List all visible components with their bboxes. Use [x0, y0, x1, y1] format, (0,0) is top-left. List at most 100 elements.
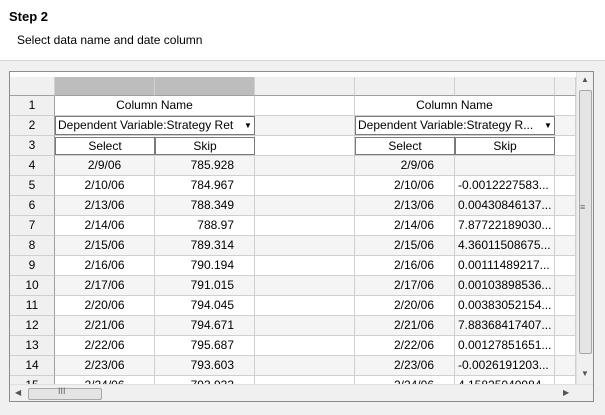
grid-cell — [255, 216, 355, 236]
date-cell-left: 2/10/06 — [55, 176, 155, 196]
dependent-variable-dropdown-left[interactable]: Dependent Variable:Strategy Ret ▼ — [55, 116, 255, 135]
value-cell-right: -0.0026191203... — [455, 356, 555, 376]
date-cell-right: 2/10/06 — [355, 176, 455, 196]
select-button-left[interactable]: Select — [55, 137, 155, 155]
chevron-down-icon[interactable]: ▼ — [242, 117, 254, 134]
row-number: 9 — [10, 256, 55, 276]
column-header[interactable] — [255, 77, 355, 96]
data-grid[interactable]: 4.15825040984...2/24/06793.9332/24/0615-… — [9, 71, 594, 402]
step-subtitle: Select data name and date column — [17, 33, 203, 47]
grid-cell — [555, 336, 576, 356]
value-cell-right: 0.00103898536... — [455, 276, 555, 296]
vertical-scroll-thumb[interactable] — [579, 90, 592, 354]
grid-cell — [255, 256, 355, 276]
column-name-label-right: Column Name — [355, 96, 555, 116]
grid-cell — [255, 196, 355, 216]
grid-cell — [555, 176, 576, 196]
grid-cell — [555, 256, 576, 276]
value-cell-right: 4.36011508675... — [455, 236, 555, 256]
row-number: 5 — [10, 176, 55, 196]
date-cell-right: 2/23/06 — [355, 356, 455, 376]
value-cell-left: 790.194 — [155, 256, 255, 276]
value-cell-right: 0.00430846137... — [455, 196, 555, 216]
value-cell-right: 0.00111489217... — [455, 256, 555, 276]
step-title: Step 2 — [9, 9, 49, 24]
grid-cell — [555, 96, 576, 116]
dependent-variable-dropdown-right-value: Dependent Variable:Strategy R... — [358, 118, 534, 132]
date-cell-right: 2/21/06 — [355, 316, 455, 336]
grid-cell — [255, 176, 355, 196]
value-cell-left: 788.349 — [155, 196, 255, 216]
date-cell-left: 2/9/06 — [55, 156, 155, 176]
row-number: 12 — [10, 316, 55, 336]
column-name-label-left: Column Name — [55, 96, 255, 116]
select-button-right[interactable]: Select — [355, 137, 455, 155]
date-cell-left: 2/15/06 — [55, 236, 155, 256]
skip-button-left[interactable]: Skip — [155, 137, 255, 155]
value-cell-right — [455, 156, 555, 176]
date-cell-left: 2/20/06 — [55, 296, 155, 316]
grid-cell — [555, 276, 576, 296]
grid-cell — [255, 356, 355, 376]
grid-cell — [255, 236, 355, 256]
date-cell-left: 2/21/06 — [55, 316, 155, 336]
grid-cell — [255, 296, 355, 316]
skip-button-right[interactable]: Skip — [455, 137, 555, 155]
date-cell-right: 2/14/06 — [355, 216, 455, 236]
column-header[interactable] — [455, 77, 555, 96]
row-number: 6 — [10, 196, 55, 216]
value-cell-left: 784.967 — [155, 176, 255, 196]
chevron-down-icon[interactable]: ▼ — [542, 117, 554, 134]
scroll-up-icon[interactable]: ▲ — [581, 75, 589, 84]
value-cell-left: 794.671 — [155, 316, 255, 336]
date-cell-left: 2/14/06 — [55, 216, 155, 236]
date-cell-left: 2/23/06 — [55, 356, 155, 376]
scroll-grip-h-icon: III — [58, 386, 66, 396]
value-cell-left: 785.928 — [155, 156, 255, 176]
vertical-scrollbar[interactable]: ▲ ≡ ▼ — [576, 72, 593, 384]
column-header[interactable] — [155, 77, 255, 96]
column-header[interactable] — [55, 77, 155, 96]
grid-cell — [555, 116, 576, 136]
dependent-variable-dropdown-left-value: Dependent Variable:Strategy Ret — [58, 118, 234, 132]
row-number: 10 — [10, 276, 55, 296]
grid-cell — [555, 236, 576, 256]
row-number: 11 — [10, 296, 55, 316]
date-cell-right: 2/9/06 — [355, 156, 455, 176]
grid-cell — [255, 156, 355, 176]
grid-cell — [555, 316, 576, 336]
date-cell-left: 2/13/06 — [55, 196, 155, 216]
grid-cell — [555, 296, 576, 316]
row-number: 4 — [10, 156, 55, 176]
date-cell-right: 2/22/06 — [355, 336, 455, 356]
row-number: 8 — [10, 236, 55, 256]
value-cell-left: 795.687 — [155, 336, 255, 356]
grid-cell — [555, 136, 576, 156]
date-cell-left: 2/16/06 — [55, 256, 155, 276]
horizontal-scrollbar[interactable]: ◀ III ▶ — [10, 384, 593, 401]
row-number: 14 — [10, 356, 55, 376]
scroll-right-icon[interactable]: ▶ — [563, 388, 569, 397]
value-cell-right: 0.00383052154... — [455, 296, 555, 316]
grid-cell — [555, 196, 576, 216]
scroll-left-icon[interactable]: ◀ — [15, 388, 21, 397]
dependent-variable-dropdown-right[interactable]: Dependent Variable:Strategy R... ▼ — [355, 116, 555, 135]
value-cell-right: 0.00127851651... — [455, 336, 555, 356]
value-cell-left: 788.97 — [155, 216, 255, 236]
grid-cell — [255, 136, 355, 156]
scroll-down-icon[interactable]: ▼ — [581, 369, 589, 378]
column-header[interactable] — [555, 77, 576, 96]
value-cell-left: 791.015 — [155, 276, 255, 296]
grid-cell — [255, 96, 355, 116]
value-cell-right: -0.0012227583... — [455, 176, 555, 196]
grid-cell — [255, 116, 355, 136]
column-header[interactable] — [355, 77, 455, 96]
date-cell-right: 2/20/06 — [355, 296, 455, 316]
date-cell-right: 2/17/06 — [355, 276, 455, 296]
grid-cell — [255, 276, 355, 296]
grid-cell — [255, 316, 355, 336]
value-cell-left: 794.045 — [155, 296, 255, 316]
grid-cell — [255, 336, 355, 356]
column-header[interactable] — [10, 77, 55, 96]
value-cell-left: 793.603 — [155, 356, 255, 376]
